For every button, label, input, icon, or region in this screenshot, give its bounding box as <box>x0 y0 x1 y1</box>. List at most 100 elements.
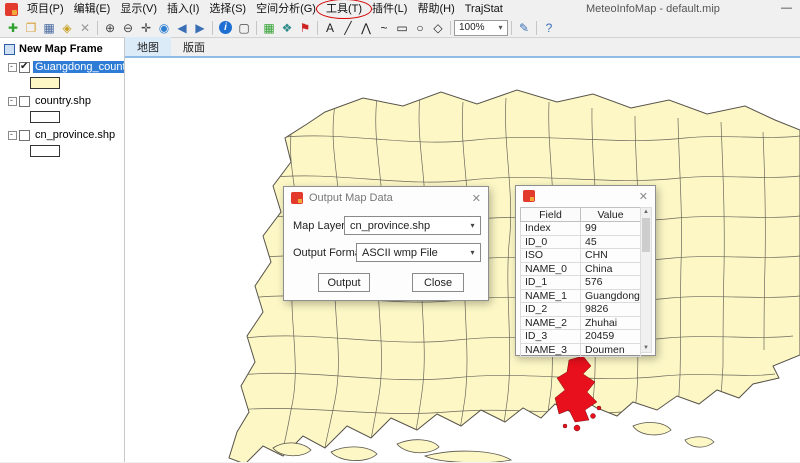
open-folder-icon[interactable]: ❐ <box>22 19 40 36</box>
app-logo-icon <box>5 3 18 16</box>
select-rectangle-icon[interactable]: ▢ <box>235 19 253 36</box>
map-layer-combo[interactable]: cn_province.shp ▾ <box>344 216 481 235</box>
legend-swatch[interactable] <box>30 111 60 123</box>
map-frame-icon <box>4 44 15 55</box>
toolbar-separator <box>317 21 318 35</box>
save-icon[interactable]: ▦ <box>40 19 58 36</box>
draw-polygon-icon[interactable]: ◇ <box>429 19 447 36</box>
table-row: ID_045 <box>521 235 641 249</box>
table-row: NAME_0China <box>521 262 641 276</box>
expander-icon[interactable] <box>8 63 17 72</box>
new-icon[interactable]: ✚ <box>4 19 22 36</box>
menu-tools[interactable]: 工具(T) <box>321 0 367 18</box>
next-extent-icon[interactable]: ▶ <box>191 19 209 36</box>
menu-project[interactable]: 项目(P) <box>22 0 69 18</box>
zoom-level-combo[interactable]: 100%▾ <box>454 20 508 36</box>
map-layer-value: cn_province.shp <box>350 220 430 232</box>
dialog-title: Output Map Data <box>309 192 393 204</box>
scroll-down-icon[interactable]: ▼ <box>641 345 651 351</box>
pan-icon[interactable]: ✛ <box>137 19 155 36</box>
close-icon[interactable]: ✕ <box>472 192 481 205</box>
table-row: ISOCHN <box>521 249 641 263</box>
dialog-app-icon <box>523 190 535 202</box>
draw-line-icon[interactable]: ╱ <box>339 19 357 36</box>
toolbar-icons: ✚❐▦◈✕⊕⊖✛◉◀▶i▢▦❖⚑A╱⋀~▭○◇100%▾✎? <box>4 19 558 36</box>
toolbar-separator <box>212 21 213 35</box>
menu-trajstat[interactable]: TrajStat <box>460 0 508 18</box>
legend-swatch[interactable] <box>30 77 60 89</box>
close-icon[interactable]: ✕ <box>639 190 648 203</box>
menu-help[interactable]: 帮助(H) <box>412 0 459 18</box>
chevron-down-icon: ▾ <box>465 221 480 230</box>
layer-item-country[interactable]: country.shp <box>0 93 124 109</box>
menu-select[interactable]: 选择(S) <box>204 0 251 18</box>
prev-extent-icon[interactable]: ◀ <box>173 19 191 36</box>
tab-layout[interactable]: 版面 <box>171 37 217 56</box>
label-icon[interactable]: ❖ <box>278 19 296 36</box>
table-row: Index99 <box>521 222 641 236</box>
close-button[interactable]: Close <box>412 273 464 292</box>
toolbar: ✚❐▦◈✕⊕⊖✛◉◀▶i▢▦❖⚑A╱⋀~▭○◇100%▾✎? <box>0 18 800 38</box>
dialog-app-icon <box>291 192 303 204</box>
menu-insert[interactable]: 插入(I) <box>162 0 204 18</box>
layer-checkbox[interactable] <box>19 96 30 107</box>
vertical-scrollbar[interactable]: ▲ ▼ <box>640 207 652 353</box>
layer-item-cn-province[interactable]: cn_province.shp <box>0 127 124 143</box>
toolbar-separator <box>256 21 257 35</box>
map-frame-label: New Map Frame <box>19 43 103 55</box>
output-format-value: ASCII wmp File <box>362 247 438 259</box>
output-map-data-dialog: Output Map Data ✕ Map Layer: cn_province… <box>283 186 489 301</box>
edit-pencil-icon[interactable]: ✎ <box>515 19 533 36</box>
chevron-down-icon: ▾ <box>494 23 507 32</box>
remove-layer-icon[interactable]: ✕ <box>76 19 94 36</box>
layer-name: Guangdong_county.shp <box>33 61 124 73</box>
menu-tools-label: 工具(T) <box>326 3 362 15</box>
view-tabs: 地图 版面 <box>125 38 800 58</box>
menu-view[interactable]: 显示(V) <box>115 0 162 18</box>
zoom-out-icon[interactable]: ⊖ <box>119 19 137 36</box>
draw-polyline-icon[interactable]: ⋀ <box>357 19 375 36</box>
tab-map[interactable]: 地图 <box>125 37 171 56</box>
menu-plugins[interactable]: 插件(L) <box>367 0 412 18</box>
layer-checkbox[interactable] <box>19 130 30 141</box>
value-column-header: Value <box>581 208 641 222</box>
output-format-combo[interactable]: ASCII wmp File ▾ <box>356 243 481 262</box>
identify-icon[interactable]: i <box>219 21 232 34</box>
application-window: 项目(P) 编辑(E) 显示(V) 插入(I) 选择(S) 空间分析(G) 工具… <box>0 0 800 463</box>
output-button[interactable]: Output <box>318 273 370 292</box>
layer-checkbox[interactable] <box>19 62 30 73</box>
draw-rectangle-icon[interactable]: ▭ <box>393 19 411 36</box>
table-row: ID_29826 <box>521 303 641 317</box>
table-header-row: Field Value <box>521 208 641 222</box>
table-row: NAME_2Zhuhai <box>521 316 641 330</box>
menu-bar: 项目(P) 编辑(E) 显示(V) 插入(I) 选择(S) 空间分析(G) 工具… <box>0 0 800 18</box>
map-layer-label: Map Layer: <box>293 220 348 232</box>
layer-name: cn_province.shp <box>33 129 117 141</box>
layer-name: country.shp <box>33 95 93 107</box>
legend-swatch[interactable] <box>30 145 60 157</box>
flag-icon[interactable]: ⚑ <box>296 19 314 36</box>
scroll-up-icon[interactable]: ▲ <box>641 209 651 215</box>
dialog-titlebar[interactable]: ✕ <box>516 186 655 206</box>
menu-edit[interactable]: 编辑(E) <box>69 0 116 18</box>
expander-icon[interactable] <box>8 131 17 140</box>
zoom-in-icon[interactable]: ⊕ <box>101 19 119 36</box>
add-layer-icon[interactable]: ◈ <box>58 19 76 36</box>
chevron-down-icon: ▾ <box>465 248 480 257</box>
dialog-titlebar[interactable]: Output Map Data ✕ <box>284 187 488 209</box>
full-extent-icon[interactable]: ◉ <box>155 19 173 36</box>
minimize-button[interactable]: — <box>781 0 792 18</box>
expander-icon[interactable] <box>8 97 17 106</box>
toolbar-separator <box>97 21 98 35</box>
draw-curve-icon[interactable]: ~ <box>375 19 393 36</box>
text-icon[interactable]: A <box>321 19 339 36</box>
map-frame-node[interactable]: New Map Frame <box>0 41 124 57</box>
menu-geoprocessing[interactable]: 空间分析(G) <box>251 0 321 18</box>
attribute-table: Field Value Index99 ID_045 ISOCHN NAME_0… <box>520 207 641 357</box>
layer-item-guangdong-county[interactable]: Guangdong_county.shp <box>0 59 124 75</box>
table-row: ID_320459 <box>521 330 641 344</box>
scrollbar-thumb[interactable] <box>642 218 650 252</box>
help-icon[interactable]: ? <box>540 19 558 36</box>
attribute-table-icon[interactable]: ▦ <box>260 19 278 36</box>
draw-circle-icon[interactable]: ○ <box>411 19 429 36</box>
